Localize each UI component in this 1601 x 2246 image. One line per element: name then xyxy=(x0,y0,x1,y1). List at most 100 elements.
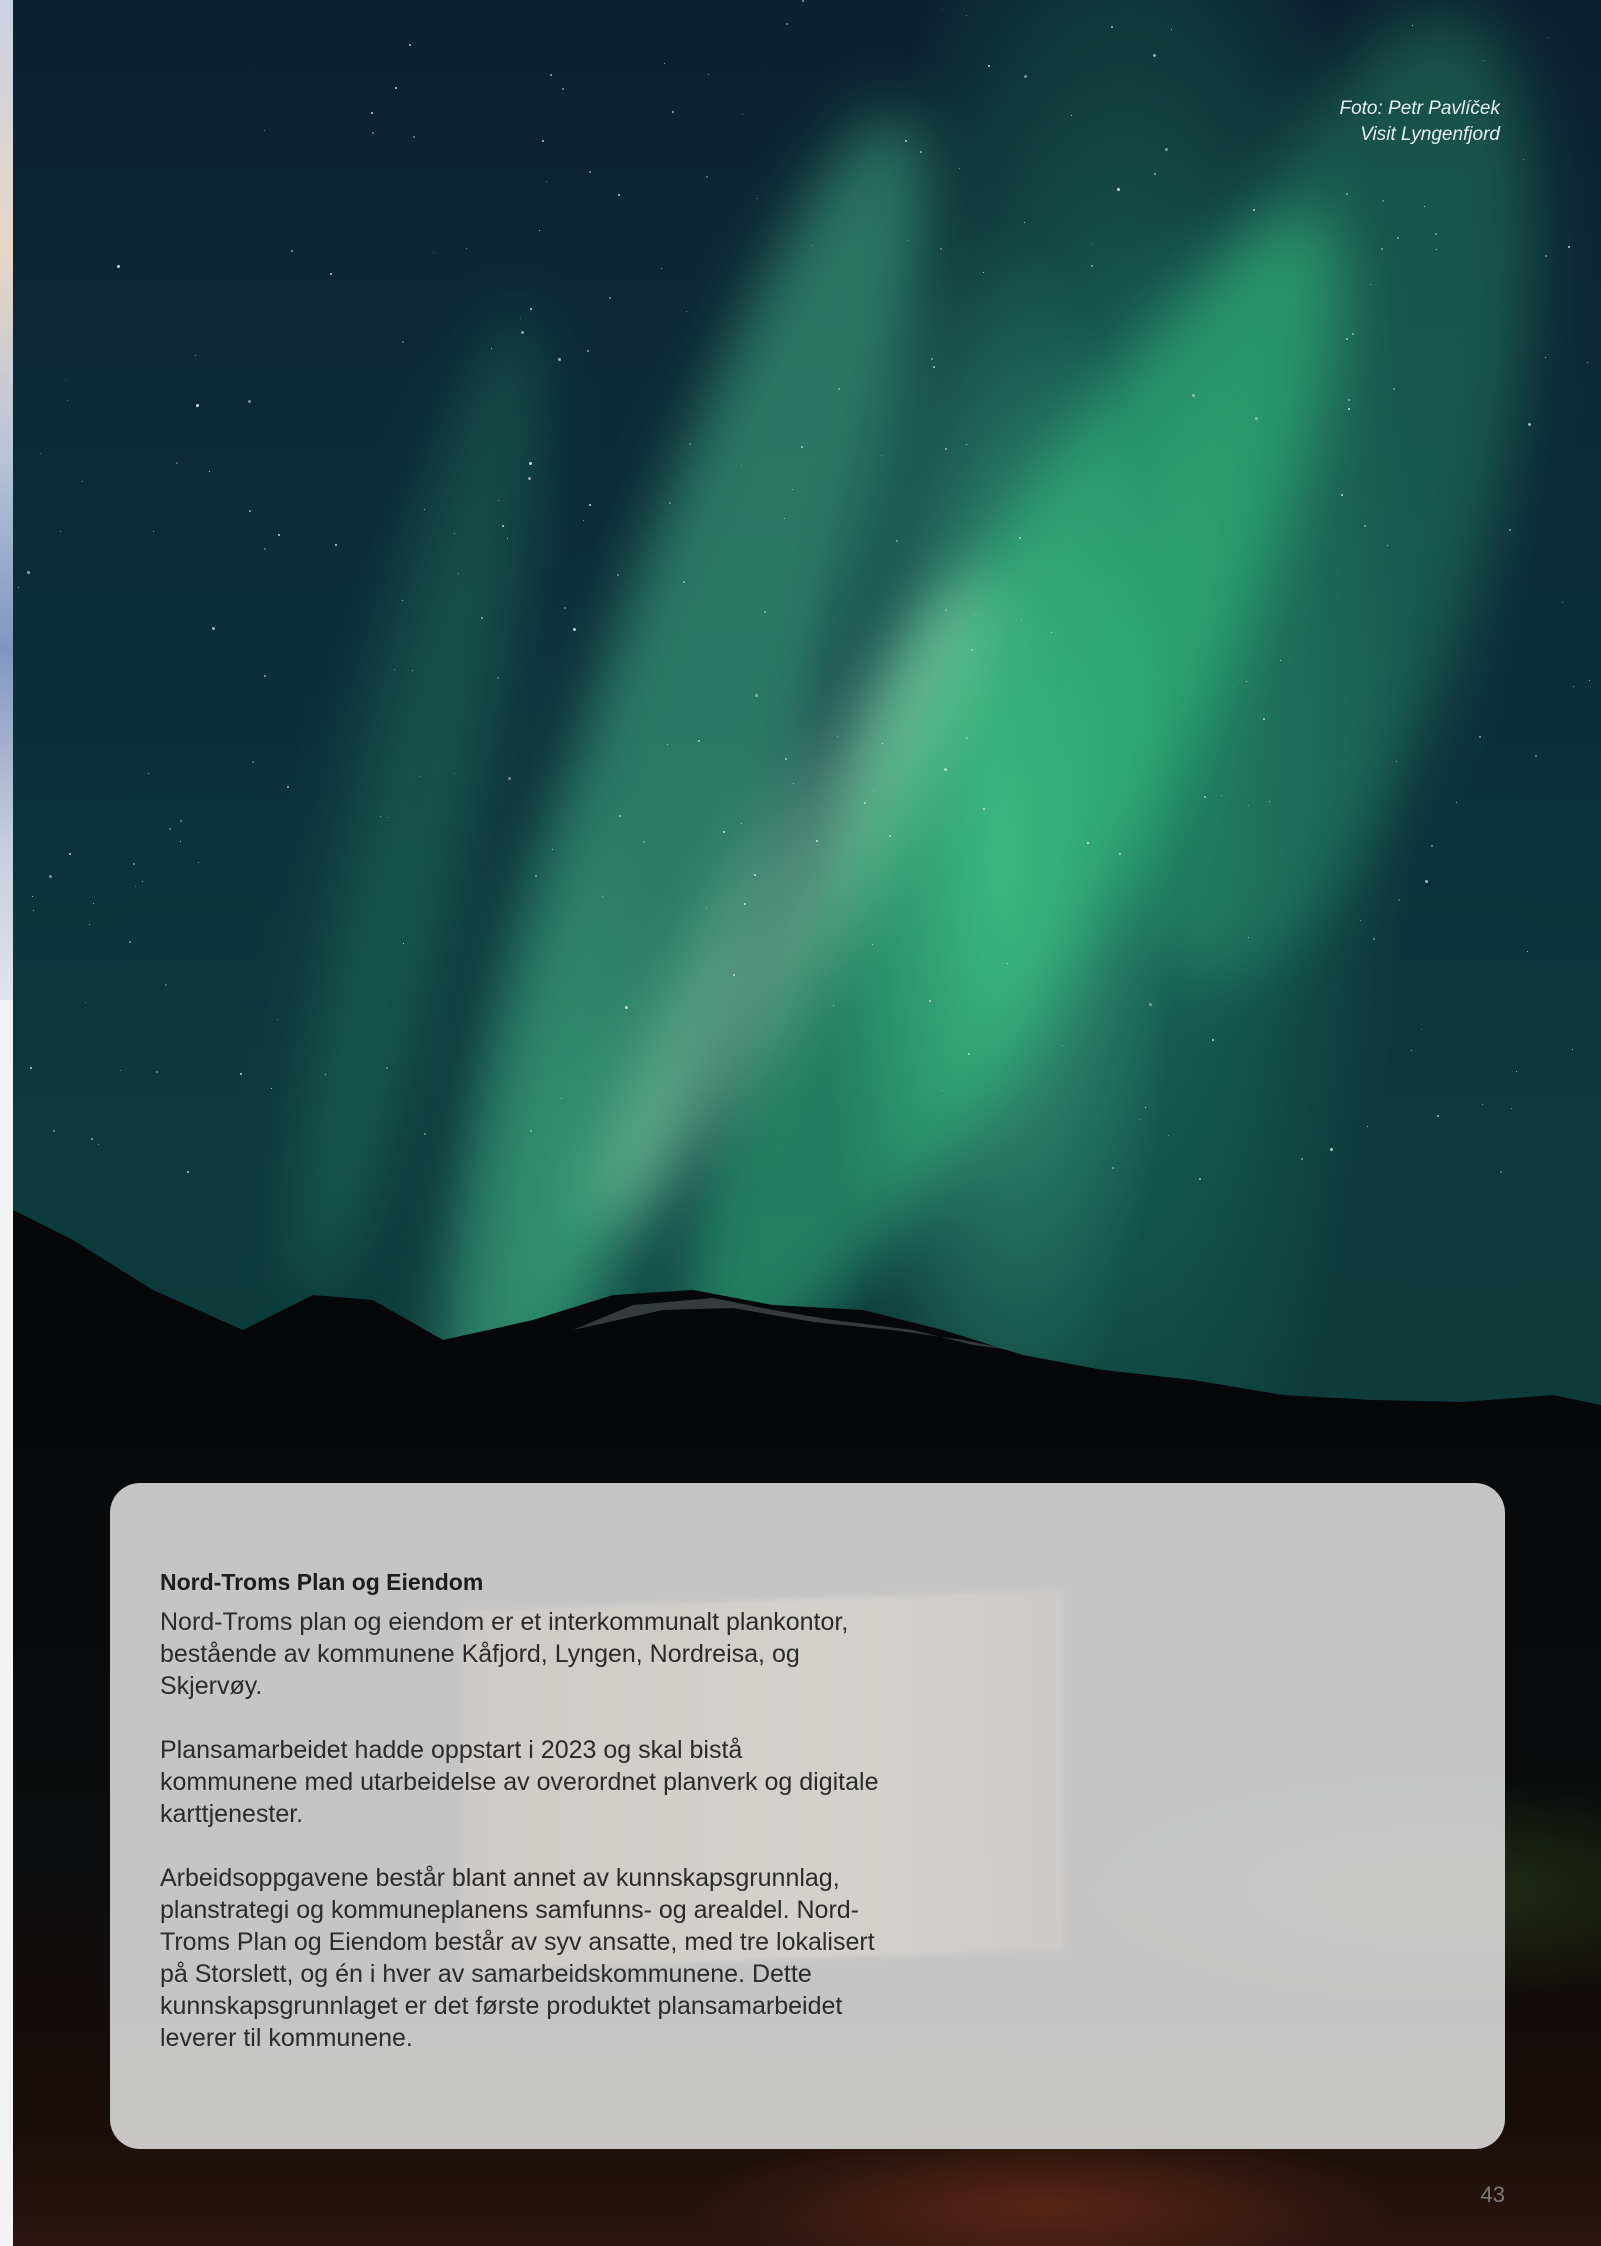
star xyxy=(940,248,942,250)
star xyxy=(53,1130,55,1132)
star xyxy=(507,538,508,539)
star xyxy=(920,151,922,153)
star xyxy=(1165,148,1168,151)
star xyxy=(1154,173,1156,175)
star xyxy=(169,828,171,830)
star xyxy=(966,15,967,16)
photo-credit: Foto: Petr Pavlíček Visit Lyngenfjord xyxy=(1339,96,1500,148)
star xyxy=(931,358,933,360)
star xyxy=(458,573,459,574)
star xyxy=(82,481,83,482)
star xyxy=(689,443,691,445)
star xyxy=(872,944,873,945)
star xyxy=(93,903,94,904)
star xyxy=(521,331,524,334)
star xyxy=(1425,880,1428,883)
star xyxy=(1562,602,1563,603)
info-panel: Nord-Troms Plan og Eiendom Nord-Troms pl… xyxy=(110,1483,1505,2149)
star xyxy=(733,974,735,976)
star xyxy=(1545,255,1547,257)
star xyxy=(1397,237,1399,239)
star xyxy=(1248,805,1249,806)
star xyxy=(69,853,71,855)
star xyxy=(1528,423,1531,426)
star xyxy=(706,176,708,178)
star xyxy=(1087,842,1089,844)
star xyxy=(908,240,909,241)
star xyxy=(419,776,420,777)
star xyxy=(1523,159,1524,160)
star xyxy=(971,649,973,651)
star xyxy=(764,611,766,613)
star xyxy=(882,743,883,744)
star xyxy=(180,841,181,842)
star xyxy=(1341,494,1343,496)
star xyxy=(664,63,665,64)
star xyxy=(413,136,415,138)
star xyxy=(1393,388,1395,390)
star xyxy=(1255,417,1258,420)
star xyxy=(864,802,866,804)
previous-page-edge xyxy=(0,0,13,1000)
star xyxy=(1269,801,1270,802)
star xyxy=(1348,399,1350,401)
star xyxy=(27,571,30,574)
star xyxy=(968,1053,970,1055)
star xyxy=(1509,529,1511,531)
star xyxy=(1348,408,1350,410)
star xyxy=(264,548,266,550)
star xyxy=(988,65,990,67)
star xyxy=(394,669,395,670)
star xyxy=(1253,209,1255,211)
star xyxy=(1511,1108,1512,1109)
panel-content: Nord-Troms Plan og Eiendom Nord-Troms pl… xyxy=(160,1566,880,2086)
star xyxy=(277,1019,278,1020)
star xyxy=(944,768,947,771)
photo-credit-photographer: Foto: Petr Pavlíček xyxy=(1339,98,1500,119)
star xyxy=(550,74,552,76)
star xyxy=(33,910,34,911)
star xyxy=(388,817,389,818)
star xyxy=(278,534,280,536)
star xyxy=(1412,25,1413,26)
star xyxy=(325,1074,326,1075)
panel-title: Nord-Troms Plan og Eiendom xyxy=(160,1569,484,1595)
star xyxy=(542,140,544,142)
star xyxy=(287,786,289,788)
star xyxy=(196,404,199,407)
star xyxy=(983,808,985,810)
star xyxy=(619,815,621,817)
star xyxy=(929,1000,931,1002)
star xyxy=(1396,761,1397,762)
star xyxy=(589,171,591,173)
star xyxy=(1119,853,1121,855)
star xyxy=(240,1073,242,1075)
star xyxy=(1360,920,1361,921)
star xyxy=(433,252,434,253)
star xyxy=(454,773,455,774)
star xyxy=(1421,1029,1422,1030)
star xyxy=(117,265,120,268)
star xyxy=(403,943,404,944)
star xyxy=(1364,525,1366,527)
star xyxy=(573,628,576,631)
star xyxy=(530,1130,532,1132)
star xyxy=(945,609,947,611)
star xyxy=(412,670,413,671)
star xyxy=(91,1138,93,1140)
star xyxy=(558,358,561,361)
star xyxy=(1437,1115,1439,1117)
star xyxy=(1479,736,1481,738)
star xyxy=(1091,244,1092,245)
star xyxy=(669,502,671,504)
star xyxy=(667,744,668,745)
star xyxy=(896,540,898,542)
star xyxy=(176,462,178,464)
star xyxy=(959,168,960,169)
star xyxy=(1091,265,1093,267)
star xyxy=(1483,60,1484,61)
star xyxy=(1301,1158,1303,1160)
star xyxy=(1381,248,1383,250)
star xyxy=(1117,188,1120,191)
star xyxy=(741,823,742,824)
